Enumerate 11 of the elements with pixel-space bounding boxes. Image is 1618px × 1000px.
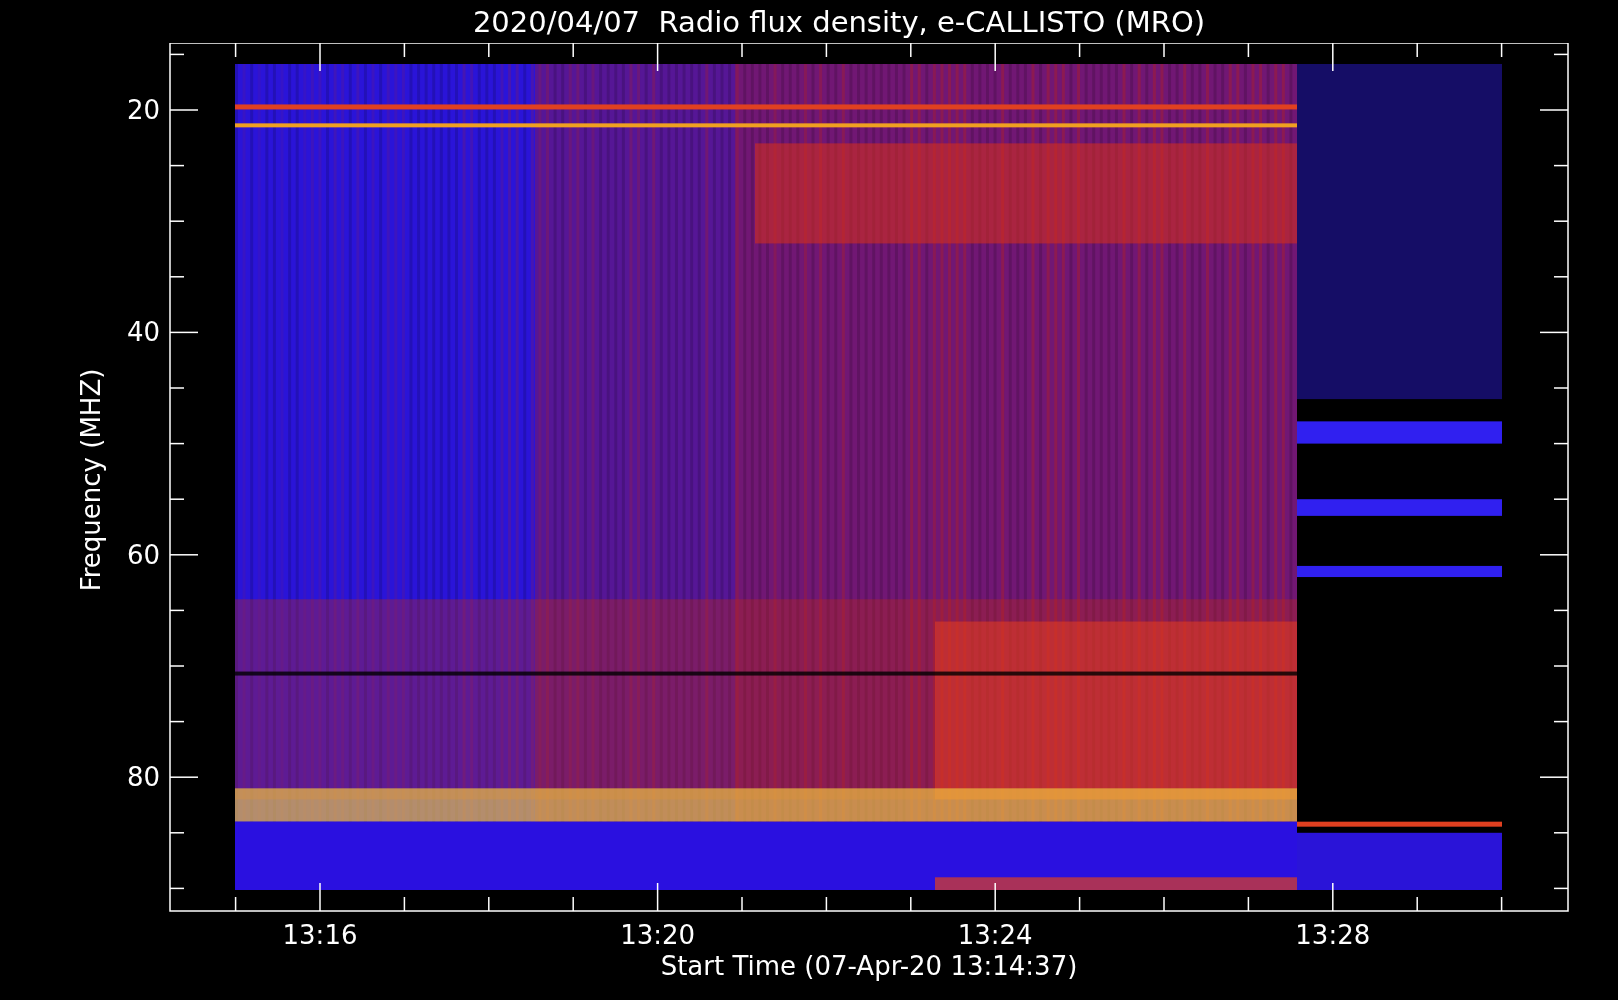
x-axis-title: Start Time (07-Apr-20 13:14:37) <box>660 951 1078 981</box>
y-tick-label: 40 <box>126 317 160 348</box>
x-tick-label: 13:28 <box>1295 920 1371 950</box>
y-tick-label: 80 <box>126 762 160 793</box>
chart-title: 2020/04/07 Radio flux density, e-CALLISTO (MRO) <box>471 3 1207 41</box>
y-tick-label: 20 <box>126 95 160 125</box>
y-tick-label: 60 <box>126 539 160 570</box>
x-tick-label: 13:16 <box>282 920 358 950</box>
x-tick-label: 13:24 <box>957 920 1033 950</box>
x-tick-label: 13:20 <box>620 920 696 950</box>
y-axis-title: Frequency (MHZ) <box>76 368 106 592</box>
